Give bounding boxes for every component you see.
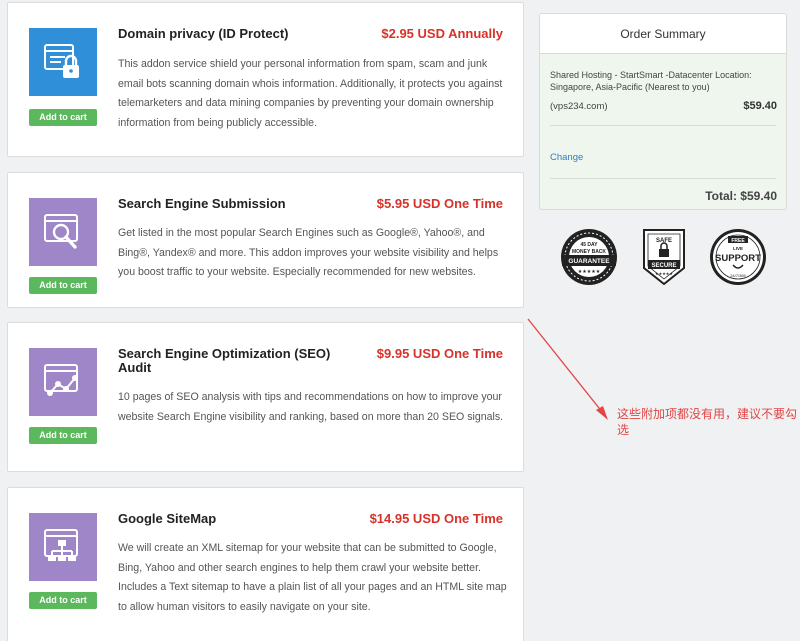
seo-graph-icon xyxy=(29,348,97,416)
privacy-lock-icon xyxy=(29,28,97,96)
money-back-guarantee-badge: 45 DAY MONEY BACK GUARANTEE ★★★★★ xyxy=(561,229,617,285)
add-to-cart-button[interactable]: Add to cart xyxy=(29,277,97,294)
addon-price: $5.95 USD One Time xyxy=(376,196,503,211)
safe-secure-badge: SAFE SECURE ★★★★★ xyxy=(643,229,685,286)
addon-price: $14.95 USD One Time xyxy=(369,511,503,526)
addon-title: Search Engine Optimization (SEO) Audit xyxy=(118,346,331,375)
badge-text: SUPPORT xyxy=(715,253,761,264)
addon-card-search-engine-submission: Add to cart Search Engine Submission $5.… xyxy=(7,172,524,308)
add-to-cart-button[interactable]: Add to cart xyxy=(29,427,97,444)
magnifier-icon xyxy=(29,198,97,266)
sitemap-icon xyxy=(29,513,97,581)
badge-text: LIVE xyxy=(733,246,743,251)
addon-title: Google SiteMap xyxy=(118,511,217,526)
order-product: Shared Hosting - StartSmart -Datacenter … xyxy=(550,70,752,92)
addon-title: Search Engine Submission xyxy=(118,196,286,211)
addon-title: Domain privacy (ID Protect) xyxy=(118,26,289,41)
order-summary-heading: Order Summary xyxy=(540,14,786,54)
addon-card-domain-privacy: Add to cart Domain privacy (ID Protect) … xyxy=(7,2,524,157)
addon-price: $2.95 USD Annually xyxy=(381,26,503,41)
addon-card-google-sitemap: Add to cart Google SiteMap $14.95 USD On… xyxy=(7,487,524,641)
addon-description: Get listed in the most popular Search En… xyxy=(118,227,499,278)
badge-text: 24/7/365 xyxy=(730,273,746,278)
badge-text: FREE xyxy=(731,238,745,244)
order-amount: $59.40 xyxy=(743,100,777,112)
stars: ★★★★★ xyxy=(655,271,673,276)
addon-description: 10 pages of SEO analysis with tips and r… xyxy=(118,391,504,423)
badge-text: MONEY BACK xyxy=(572,249,606,255)
add-to-cart-button[interactable]: Add to cart xyxy=(29,109,97,126)
order-domain: (vps234.com) xyxy=(550,101,608,112)
order-total: Total: $59.40 xyxy=(705,189,777,203)
annotation-note: 这些附加项都没有用，建议不要勾选 xyxy=(617,407,798,437)
stars: ★★★★★ xyxy=(578,269,601,275)
divider xyxy=(550,178,776,179)
addon-description: This addon service shield your personal … xyxy=(118,58,503,129)
addon-card-seo-audit: Add to cart Search Engine Optimization (… xyxy=(7,322,524,472)
badge-text: GUARANTEE xyxy=(568,258,610,265)
addon-description: We will create an XML sitemap for your w… xyxy=(118,542,507,613)
free-live-support-badge: FREE LIVE SUPPORT 24/7/365 xyxy=(710,229,766,285)
addon-price: $9.95 USD One Time xyxy=(376,346,503,361)
add-to-cart-button[interactable]: Add to cart xyxy=(29,592,97,609)
divider xyxy=(550,125,776,126)
change-link[interactable]: Change xyxy=(550,152,583,163)
order-summary-panel: Order Summary Shared Hosting - StartSmar… xyxy=(539,13,787,210)
badge-text: 45 DAY xyxy=(580,242,598,248)
badge-text: SECURE xyxy=(651,263,676,269)
